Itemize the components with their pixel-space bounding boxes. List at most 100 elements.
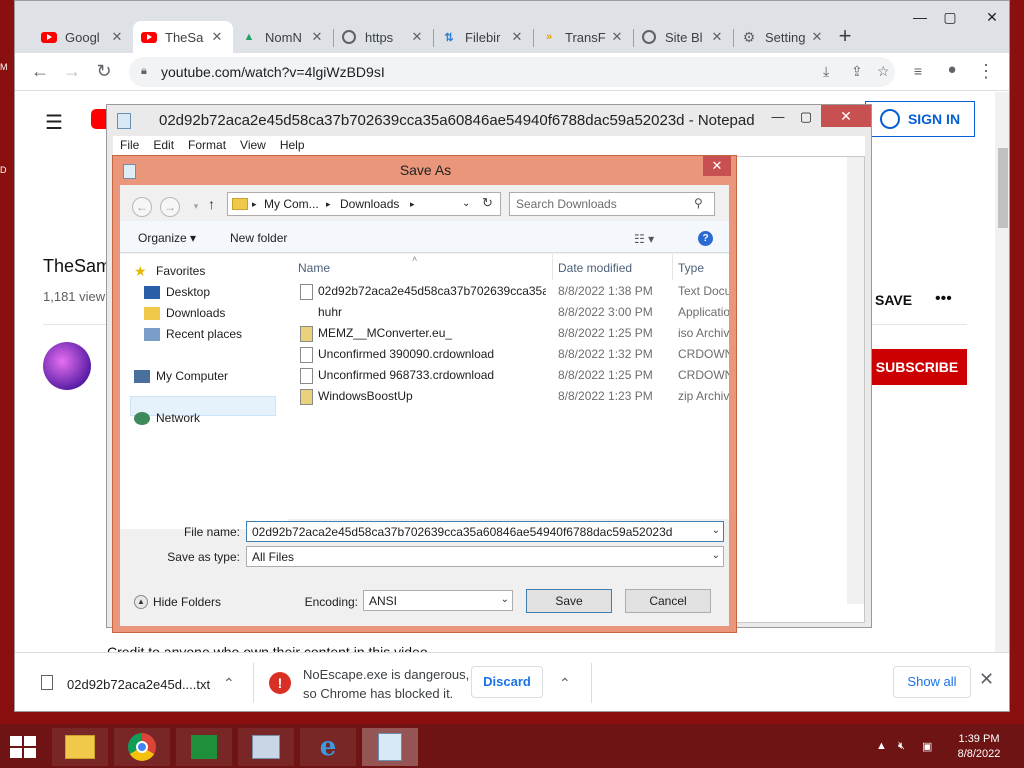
- column-header-name[interactable]: Name: [298, 261, 330, 275]
- url-text[interactable]: youtube.com/watch?v=4lgiWzBD9sI: [161, 64, 385, 80]
- window-close-button[interactable]: ✕: [821, 105, 871, 127]
- forward-arrow-icon[interactable]: →: [61, 61, 83, 82]
- hide-folders-toggle[interactable]: ▲ Hide Folders: [134, 595, 221, 609]
- chevron-up-icon[interactable]: ⌃: [223, 675, 235, 692]
- control-panel-icon[interactable]: [238, 728, 294, 766]
- bookmark-star-icon[interactable]: ☆: [877, 63, 890, 80]
- search-icon[interactable]: ⚲: [694, 196, 703, 210]
- back-arrow-icon[interactable]: ←: [29, 61, 51, 82]
- maximize-button[interactable]: ▢: [935, 9, 965, 26]
- tab-https[interactable]: https ✕: [333, 21, 433, 53]
- sign-in-button[interactable]: SIGN IN: [865, 101, 975, 137]
- minimize-button[interactable]: —: [763, 109, 793, 124]
- tab-filebin[interactable]: ⇅ Filebir ✕: [433, 21, 533, 53]
- column-header-date[interactable]: Date modified: [558, 261, 632, 275]
- file-row[interactable]: Unconfirmed 390090.crdownload 8/8/2022 1…: [288, 344, 729, 365]
- file-explorer-icon[interactable]: [52, 728, 108, 766]
- menu-file[interactable]: File: [113, 136, 146, 156]
- share-icon[interactable]: ⇪: [851, 63, 863, 80]
- tab-google[interactable]: Googl ✕: [33, 21, 133, 53]
- install-icon[interactable]: ⤓: [823, 63, 829, 80]
- nav-desktop[interactable]: Desktop: [144, 285, 210, 299]
- recent-locations-icon[interactable]: ▾: [186, 197, 206, 217]
- new-folder-button[interactable]: New folder: [230, 231, 287, 245]
- chevron-down-icon[interactable]: ⌄: [712, 525, 720, 536]
- new-tab-button[interactable]: +: [833, 25, 857, 49]
- minimize-button[interactable]: —: [905, 9, 935, 25]
- save-video-button[interactable]: SAVE: [875, 292, 912, 308]
- tab-thesam[interactable]: TheSa ✕: [133, 21, 233, 53]
- chrome-icon[interactable]: [114, 728, 170, 766]
- maximize-button[interactable]: ▢: [791, 109, 821, 125]
- volume-muted-icon[interactable]: 🔇︎: [898, 740, 905, 753]
- reload-icon[interactable]: ↻: [93, 61, 115, 82]
- start-button[interactable]: [10, 736, 38, 758]
- internet-explorer-icon[interactable]: e: [300, 728, 356, 766]
- back-arrow-icon[interactable]: ←: [132, 197, 152, 217]
- nav-network[interactable]: Network: [134, 411, 200, 425]
- chevron-down-icon[interactable]: ⌄: [462, 198, 470, 209]
- search-input[interactable]: Search Downloads ⚲: [509, 192, 715, 216]
- save-type-select[interactable]: All Files ⌄: [246, 546, 724, 567]
- tab-nomn[interactable]: ▲ NomN ✕: [233, 21, 333, 53]
- file-row[interactable]: huhr 8/8/2022 3:00 PM Applicatio: [288, 302, 729, 323]
- file-name-input[interactable]: 02d92b72aca2e45d58ca37b702639cca35a60846…: [246, 521, 724, 542]
- nav-recent-places[interactable]: Recent places: [144, 327, 242, 341]
- close-icon[interactable]: ✕: [609, 29, 625, 45]
- tab-transfer[interactable]: » TransF ✕: [533, 21, 633, 53]
- close-icon[interactable]: ✕: [409, 29, 425, 45]
- close-icon[interactable]: ✕: [209, 29, 225, 45]
- menu-view[interactable]: View: [233, 136, 273, 156]
- close-icon[interactable]: ✕: [809, 29, 825, 45]
- show-hidden-icons[interactable]: ▲: [876, 740, 887, 752]
- page-scrollbar[interactable]: [995, 92, 1009, 652]
- organize-menu[interactable]: Organize ▾: [138, 231, 196, 245]
- address-bar[interactable]: 🔒︎ youtube.com/watch?v=4lgiWzBD9sI ⤓ ⇪ ☆: [129, 57, 895, 87]
- tab-settings[interactable]: ⚙ Setting ✕: [733, 21, 833, 53]
- file-row[interactable]: 02d92b72aca2e45d58ca37b702639cca35a... 8…: [288, 281, 729, 302]
- close-icon[interactable]: ✕: [509, 29, 525, 45]
- forward-arrow-icon[interactable]: →: [160, 197, 180, 217]
- close-icon[interactable]: ✕: [109, 29, 125, 45]
- view-options-icon[interactable]: ☷ ▾: [634, 232, 654, 246]
- close-icon[interactable]: ✕: [979, 669, 994, 690]
- file-row[interactable]: MEMZ__MConverter.eu_ 8/8/2022 1:25 PM is…: [288, 323, 729, 344]
- nav-my-computer[interactable]: My Computer: [134, 369, 228, 383]
- menu-help[interactable]: Help: [273, 136, 312, 156]
- notepad-taskbar-icon[interactable]: [362, 728, 418, 766]
- network-tray-icon[interactable]: ▣: [922, 740, 932, 753]
- menu-format[interactable]: Format: [181, 136, 233, 156]
- store-icon[interactable]: [176, 728, 232, 766]
- discard-button[interactable]: Discard: [471, 666, 543, 698]
- address-breadcrumb[interactable]: ▸ My Com... ▸ Downloads ▸ ⌄ ↻: [227, 192, 501, 216]
- menu-kebab-icon[interactable]: ⋮: [975, 61, 997, 82]
- vertical-scrollbar[interactable]: [847, 157, 864, 604]
- help-icon[interactable]: ?: [698, 231, 713, 246]
- breadcrumb-item[interactable]: Downloads: [340, 197, 399, 211]
- more-actions-icon[interactable]: •••: [935, 290, 952, 308]
- refresh-icon[interactable]: ↻: [482, 195, 493, 211]
- tab-site-blocker[interactable]: Site Bl ✕: [633, 21, 733, 53]
- profile-icon[interactable]: ●: [941, 61, 963, 78]
- file-row[interactable]: WindowsBoostUp 8/8/2022 1:23 PM zip Arch…: [288, 386, 729, 407]
- media-control-icon[interactable]: ≡: [907, 63, 929, 79]
- nav-favorites[interactable]: ★ Favorites: [134, 264, 205, 279]
- subscribe-button[interactable]: SUBSCRIBE: [867, 349, 967, 385]
- file-row[interactable]: Unconfirmed 968733.crdownload 8/8/2022 1…: [288, 365, 729, 386]
- chevron-down-icon[interactable]: ⌄: [712, 550, 720, 561]
- encoding-select[interactable]: ANSI ⌄: [363, 590, 513, 611]
- column-header-type[interactable]: Type: [678, 261, 704, 275]
- show-all-button[interactable]: Show all: [893, 666, 971, 698]
- menu-edit[interactable]: Edit: [146, 136, 181, 156]
- download-filename[interactable]: 02d92b72aca2e45d....txt: [67, 677, 210, 692]
- system-clock[interactable]: 1:39 PM 8/8/2022: [944, 732, 1014, 762]
- save-button[interactable]: Save: [526, 589, 612, 613]
- window-close-button[interactable]: ✕: [977, 9, 1007, 26]
- hamburger-menu-icon[interactable]: ☰: [45, 110, 63, 135]
- close-icon[interactable]: ✕: [709, 29, 725, 45]
- dialog-close-button[interactable]: ✕: [703, 156, 731, 176]
- nav-downloads[interactable]: Downloads: [144, 306, 225, 320]
- chevron-up-icon[interactable]: ⌃: [559, 675, 571, 692]
- cancel-button[interactable]: Cancel: [625, 589, 711, 613]
- breadcrumb-item[interactable]: My Com...: [264, 197, 319, 211]
